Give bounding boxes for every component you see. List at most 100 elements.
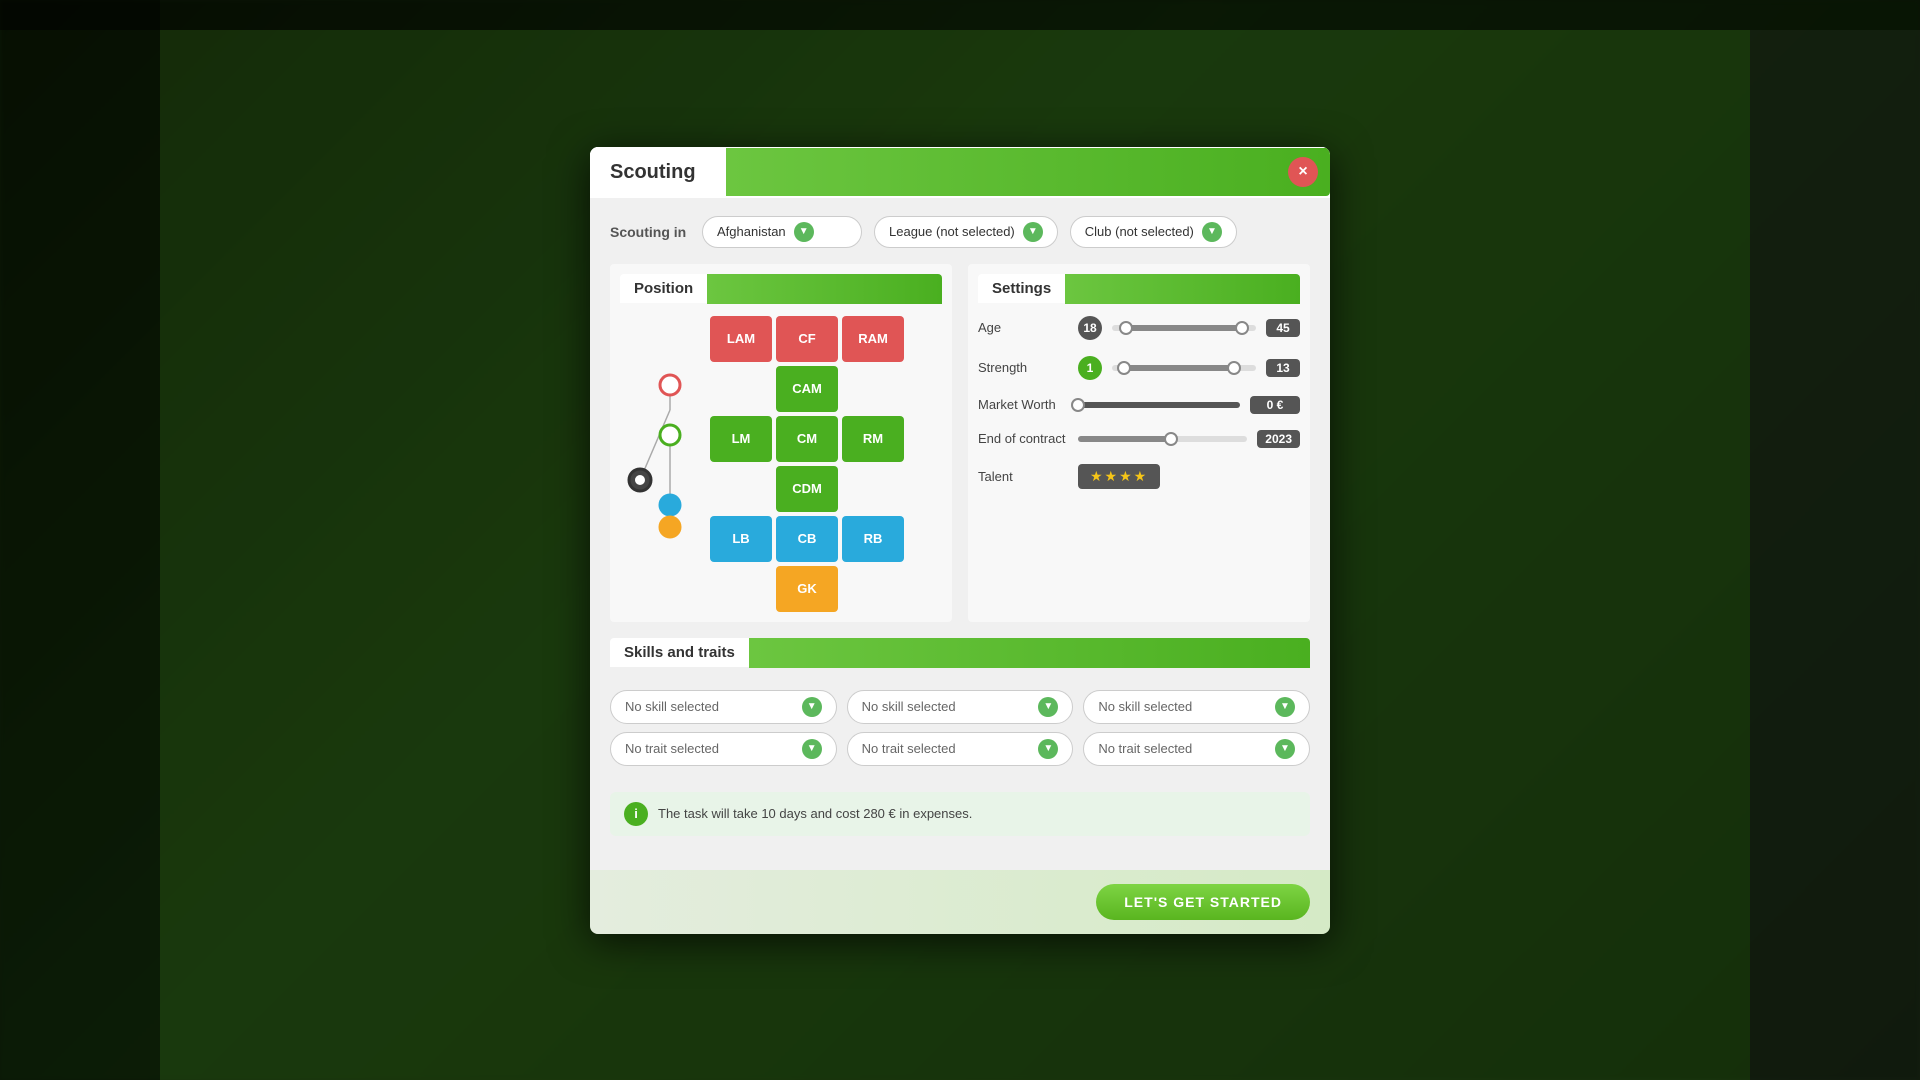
skill-value-2: No skill selected [862,699,1033,714]
strength-max-handle[interactable] [1227,361,1241,375]
skills-section-header: Skills and traits [610,638,1310,668]
position-tree-diagram [620,364,700,564]
end-of-contract-handle[interactable] [1164,432,1178,446]
age-min-badge: 18 [1078,316,1102,340]
skill-dropdown-2[interactable]: No skill selected ▼ [847,690,1074,724]
pos-empty-5 [710,566,772,612]
league-dropdown-arrow: ▼ [1023,222,1043,242]
start-button[interactable]: LET'S GET STARTED [1096,884,1310,920]
scouting-in-label: Scouting in [610,224,690,240]
settings-title-bar [1065,274,1300,304]
strength-max-badge: 13 [1266,359,1300,377]
trait-dropdown-1[interactable]: No trait selected ▼ [610,732,837,766]
market-worth-row: Market Worth 0 € [978,396,1300,414]
modal-footer: LET'S GET STARTED [590,870,1330,934]
two-col-layout: Position [610,264,1310,622]
position-rb[interactable]: RB [842,516,904,562]
modal-header: Scouting × [590,147,1330,198]
skill-dropdown-1[interactable]: No skill selected ▼ [610,690,837,724]
position-gk[interactable]: GK [776,566,838,612]
close-button[interactable]: × [1288,157,1318,187]
modal-body: Scouting in Afghanistan ▼ League (not se… [590,198,1330,870]
strength-label: Strength [978,360,1068,375]
trait-arrow-1: ▼ [802,739,822,759]
position-panel: Position [610,264,952,622]
tree-svg [620,364,700,564]
scouting-modal: Scouting × Scouting in Afghanistan ▼ Lea… [590,147,1330,934]
country-value: Afghanistan [717,224,786,239]
skill-arrow-1: ▼ [802,697,822,717]
position-grid: LAM CF RAM CAM LM CM RM [710,316,904,612]
trait-arrow-2: ▼ [1038,739,1058,759]
position-cb[interactable]: CB [776,516,838,562]
strength-slider[interactable] [1112,365,1256,371]
skill-dropdown-3[interactable]: No skill selected ▼ [1083,690,1310,724]
end-of-contract-row: End of contract 2023 [978,430,1300,448]
pos-empty-2 [842,366,904,412]
skill-arrow-2: ▼ [1038,697,1058,717]
market-worth-handle[interactable] [1071,398,1085,412]
pos-empty-1 [710,366,772,412]
age-row: Age 18 45 [978,316,1300,340]
position-cam[interactable]: CAM [776,366,838,412]
trait-value-1: No trait selected [625,741,796,756]
position-inner: LAM CF RAM CAM LM CM RM [620,316,942,612]
position-rm[interactable]: RM [842,416,904,462]
modal-backdrop: Scouting × Scouting in Afghanistan ▼ Lea… [0,0,1920,1080]
position-cf[interactable]: CF [776,316,838,362]
skill-arrow-3: ▼ [1275,697,1295,717]
age-max-badge: 45 [1266,319,1300,337]
trait-dropdown-3[interactable]: No trait selected ▼ [1083,732,1310,766]
strength-min-badge: 1 [1078,356,1102,380]
market-worth-value: 0 € [1250,396,1300,414]
talent-row: Talent ★★★★ [978,464,1300,489]
club-dropdown[interactable]: Club (not selected) ▼ [1070,216,1237,248]
trait-value-2: No trait selected [862,741,1033,756]
skills-section: Skills and traits No skill selected ▼ No… [610,638,1310,776]
league-dropdown[interactable]: League (not selected) ▼ [874,216,1058,248]
skill-col-1: No skill selected ▼ No trait selected ▼ [610,690,837,766]
end-of-contract-label: End of contract [978,431,1068,446]
age-min-handle[interactable] [1119,321,1133,335]
pos-empty-3 [710,466,772,512]
position-section-header: Position [620,274,942,304]
pos-empty-6 [842,566,904,612]
position-title: Position [620,274,707,303]
settings-title: Settings [978,274,1065,303]
club-dropdown-arrow: ▼ [1202,222,1222,242]
age-slider[interactable] [1112,325,1256,331]
settings-panel: Settings Age 18 45 [968,264,1310,622]
talent-label: Talent [978,469,1068,484]
position-lm[interactable]: LM [710,416,772,462]
market-worth-slider[interactable] [1078,402,1240,408]
skill-col-2: No skill selected ▼ No trait selected ▼ [847,690,1074,766]
scouting-in-row: Scouting in Afghanistan ▼ League (not se… [610,216,1310,248]
age-max-handle[interactable] [1235,321,1249,335]
talent-stars[interactable]: ★★★★ [1078,464,1160,489]
position-cdm[interactable]: CDM [776,466,838,512]
skill-value-3: No skill selected [1098,699,1269,714]
position-ram[interactable]: RAM [842,316,904,362]
trait-dropdown-2[interactable]: No trait selected ▼ [847,732,1074,766]
country-dropdown-arrow: ▼ [794,222,814,242]
position-cm[interactable]: CM [776,416,838,462]
skills-grid: No skill selected ▼ No trait selected ▼ … [610,680,1310,776]
modal-title-bar [726,148,1330,196]
skills-title-bar [749,638,1310,668]
end-of-contract-slider[interactable] [1078,436,1247,442]
end-of-contract-value: 2023 [1257,430,1300,448]
info-icon: i [624,802,648,826]
pos-empty-4 [842,466,904,512]
country-dropdown[interactable]: Afghanistan ▼ [702,216,862,248]
strength-min-handle[interactable] [1117,361,1131,375]
skill-value-1: No skill selected [625,699,796,714]
skills-title: Skills and traits [610,638,749,667]
trait-value-3: No trait selected [1098,741,1269,756]
position-lb[interactable]: LB [710,516,772,562]
club-value: Club (not selected) [1085,224,1194,239]
age-label: Age [978,320,1068,335]
trait-arrow-3: ▼ [1275,739,1295,759]
settings-section-header: Settings [978,274,1300,304]
position-lam[interactable]: LAM [710,316,772,362]
league-value: League (not selected) [889,224,1015,239]
